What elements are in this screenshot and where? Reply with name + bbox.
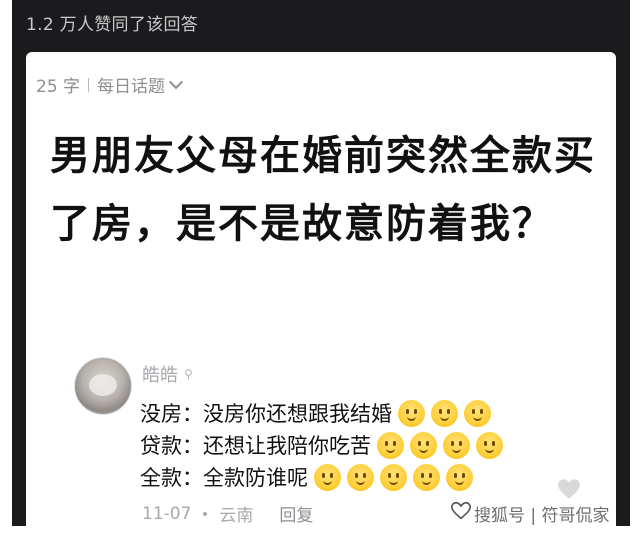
laughing-emoji-icon xyxy=(398,399,425,427)
comment-username[interactable]: 皓皓 xyxy=(142,361,178,387)
comment-date: 11-07 xyxy=(142,503,192,524)
question-title: 男朋友父母在婚前突然全款买了房，是不是故意防着我？ xyxy=(50,133,596,247)
comment-text: 全款：全款防谁呢 xyxy=(140,466,308,490)
laughing-emoji-icon xyxy=(443,431,470,459)
upvote-count-text: 1.2 万人赞同了该回答 xyxy=(26,15,199,35)
comment-line: 没房：没房你还想跟我结婚 xyxy=(140,398,491,428)
watermark-heart-icon xyxy=(558,479,580,499)
laughing-emoji-icon xyxy=(410,431,437,459)
comment-location: 云南 xyxy=(219,506,254,526)
laughing-emoji-icon xyxy=(476,431,503,459)
laughing-emoji-icon xyxy=(377,431,404,459)
comment-line: 贷款：还想让我陪你吃苦 xyxy=(140,430,503,460)
chevron-down-icon xyxy=(168,74,184,89)
laughing-emoji-icon xyxy=(446,463,473,491)
laughing-emoji-icon xyxy=(314,463,341,491)
topic-label: 每日话题 xyxy=(97,77,166,97)
user-badge-icon: ⚲ xyxy=(184,367,193,381)
topic-dropdown[interactable]: 每日话题 xyxy=(97,72,184,97)
watermark-text: 搜狐号 | 符哥侃家具 xyxy=(474,506,610,526)
laughing-emoji-icon xyxy=(413,463,440,491)
meta-divider xyxy=(88,77,90,92)
comment-footer: 11-07 云南 回复 xyxy=(142,501,313,527)
app-frame: 1.2 万人赞同了该回答 25 字 每日话题 男朋友父母在婚前突然全款买了房，是… xyxy=(12,0,630,526)
comment-line: 全款：全款防谁呢 xyxy=(140,462,473,492)
footer-dot xyxy=(203,511,208,516)
answer-card: 25 字 每日话题 男朋友父母在婚前突然全款买了房，是不是故意防着我？ 皓皓 ⚲… xyxy=(26,52,616,526)
laughing-emoji-icon xyxy=(431,399,458,427)
reply-button[interactable]: 回复 xyxy=(279,501,313,526)
word-count: 25 字 xyxy=(36,77,81,97)
comment-text: 没房：没房你还想跟我结婚 xyxy=(140,402,392,426)
heart-icon[interactable] xyxy=(450,500,472,522)
avatar[interactable] xyxy=(74,357,132,415)
comment-text: 贷款：还想让我陪你吃苦 xyxy=(140,434,371,458)
laughing-emoji-icon xyxy=(380,463,407,491)
watermark: 搜狐号 | 符哥侃家具 xyxy=(474,501,616,526)
laughing-emoji-icon xyxy=(347,463,374,491)
laughing-emoji-icon xyxy=(464,399,491,427)
card-meta-row: 25 字 每日话题 xyxy=(36,72,184,97)
comment-author-row: 皓皓 ⚲ xyxy=(142,361,193,387)
